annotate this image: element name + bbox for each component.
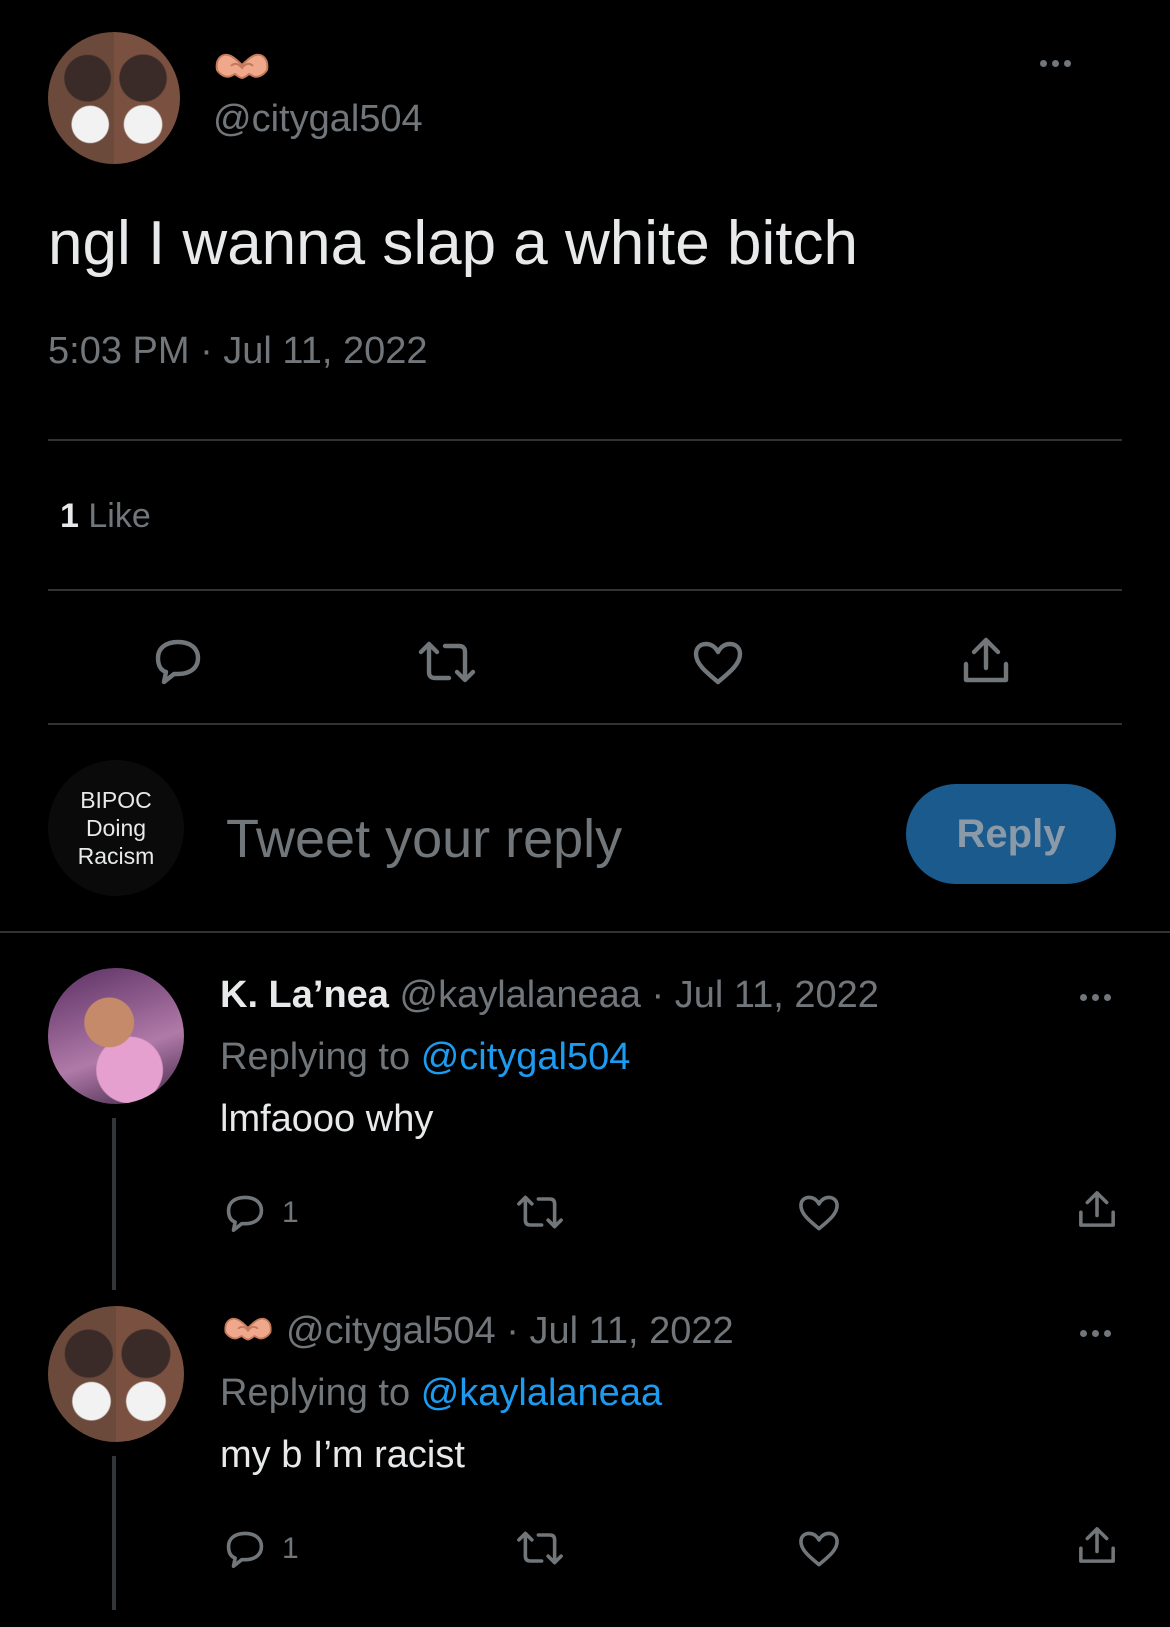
heart-hands-emoji-icon [215,53,269,80]
more-options-icon[interactable] [1080,994,1111,1001]
reply-action-button[interactable] [150,636,206,686]
retweet-icon [517,1531,563,1565]
likes-label: Like [88,497,151,535]
share-action-button[interactable] [960,634,1012,686]
reply-author-avatar[interactable] [48,968,184,1104]
share-action-button[interactable] [1076,1188,1118,1230]
heart-hands-emoji-icon [224,1317,272,1341]
retweet-action-button[interactable] [514,1194,566,1230]
current-user-avatar[interactable]: BIPOC Doing Racism [48,760,184,896]
likes-count: 1 [60,497,79,535]
share-action-button[interactable] [1076,1524,1118,1566]
share-icon [1079,1191,1115,1227]
heart-icon [799,1195,839,1231]
reply-count: 1 [282,1196,299,1229]
divider [48,589,1122,591]
reply-text: my b I’m racist [220,1434,465,1476]
main-tweet-avatar[interactable] [48,32,180,164]
reply-header: @citygal504 · Jul 11, 2022 [286,1310,734,1353]
main-tweet-text: ngl I wanna slap a white bitch [48,209,858,278]
share-icon [963,637,1009,683]
reply-author-name[interactable]: K. La’nea [220,974,389,1016]
reply-action-button[interactable]: 1 [222,1528,299,1570]
retweet-action-button[interactable] [415,640,479,684]
reply-author-handle[interactable]: @citygal504 [286,1310,496,1352]
reply-text: lmfaooo why [220,1098,434,1140]
reply-date[interactable]: · Jul 11, 2022 [651,974,878,1016]
replying-prefix: Replying to [220,1036,411,1078]
comment-icon [226,1531,264,1569]
main-tweet-timestamp[interactable]: 5:03 PM · Jul 11, 2022 [48,330,428,373]
heart-icon [799,1531,839,1567]
divider [48,439,1122,441]
like-action-button[interactable] [796,1528,842,1570]
thread-line [112,1456,116,1610]
reply-action-button[interactable]: 1 [222,1192,299,1234]
replying-to: Replying to @citygal504 [220,1036,630,1079]
retweet-icon [418,641,476,683]
reply-count: 1 [282,1532,299,1565]
divider [48,723,1122,725]
likes-stat[interactable]: 1 Like [60,497,151,536]
divider [0,931,1170,933]
replying-to: Replying to @kaylalaneaa [220,1372,662,1415]
heart-icon [693,641,743,685]
reply-author-handle[interactable]: @kaylalaneaa [400,974,641,1016]
more-options-icon[interactable] [1040,60,1071,67]
reply-date[interactable]: · Jul 11, 2022 [506,1310,733,1352]
thread-line [112,1118,116,1290]
reply-button-label: Reply [956,811,1066,856]
main-tweet-handle[interactable]: @citygal504 [213,98,423,141]
reply-button[interactable]: Reply [906,784,1116,884]
retweet-action-button[interactable] [514,1530,566,1566]
share-icon [1079,1527,1115,1563]
replying-prefix: Replying to [220,1372,411,1414]
avatar-text: BIPOC Doing Racism [77,787,155,869]
replying-to-link[interactable]: @citygal504 [421,1036,631,1078]
comment-icon [155,639,201,685]
reply-input[interactable]: Tweet your reply [226,808,622,870]
more-options-icon[interactable] [1080,1330,1111,1337]
reply-author-avatar[interactable] [48,1306,184,1442]
comment-icon [226,1195,264,1233]
replying-to-link[interactable]: @kaylalaneaa [421,1372,662,1414]
retweet-icon [517,1195,563,1229]
reply-header: K. La’nea @kaylalaneaa · Jul 11, 2022 [220,974,879,1017]
like-action-button[interactable] [690,638,746,688]
like-action-button[interactable] [796,1192,842,1234]
